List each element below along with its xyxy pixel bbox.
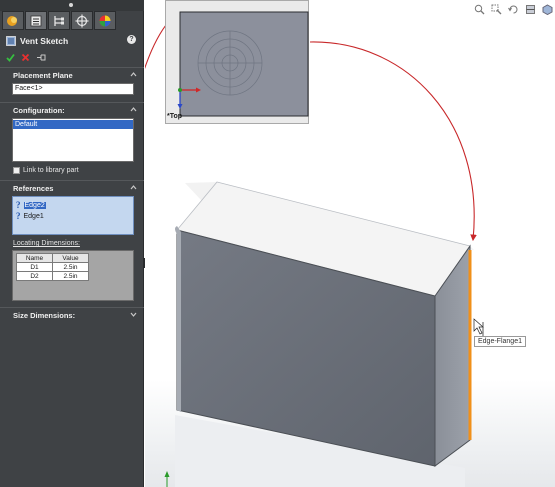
section-divider — [0, 180, 144, 181]
placement-plane-heading: Placement Plane — [13, 71, 73, 80]
locating-dimensions-heading: Locating Dimensions: — [13, 240, 80, 247]
tab-feature-manager[interactable] — [2, 11, 24, 30]
tab-property-manager[interactable] — [25, 11, 47, 30]
reference-arrow — [309, 41, 477, 242]
section-divider — [0, 307, 144, 308]
vent-preview-window — [165, 0, 309, 124]
section-divider — [0, 102, 144, 103]
size-dimensions-heading: Size Dimensions: — [13, 311, 76, 320]
reference-label: Edge1 — [23, 212, 44, 220]
panel-grip[interactable] — [0, 0, 144, 11]
locating-dimensions-label: Locating Dimensions: — [13, 240, 80, 247]
zoom-to-fit-icon[interactable] — [474, 4, 485, 15]
property-manager-icon — [30, 15, 42, 26]
column-header: Value — [52, 253, 89, 263]
table-row[interactable]: D2 2.5in — [16, 271, 89, 281]
placement-plane-field[interactable]: Face<1> — [12, 83, 134, 95]
view-orientation-icon[interactable] — [542, 4, 553, 15]
question-mark-icon: ? — [16, 200, 21, 210]
question-mark-icon: ? — [16, 211, 21, 221]
panel-header: Vent Sketch ? — [6, 34, 140, 48]
cancel-x-icon[interactable] — [21, 53, 30, 62]
grip-dot — [69, 3, 73, 7]
zoom-area-icon[interactable] — [491, 4, 502, 15]
configuration-manager-icon — [54, 15, 64, 26]
locating-dimensions-box: Name Value D1 2.5in D2 2.5in — [12, 250, 134, 301]
origin-y-arrow — [164, 471, 170, 477]
table-cell[interactable]: 2.5in — [52, 271, 89, 281]
collapse-chevron-icon[interactable] — [130, 71, 137, 78]
references-list[interactable]: ? Edge2 ? Edge1 — [12, 196, 134, 235]
link-library-label: Link to library part — [23, 166, 79, 174]
tab-dimxpert-manager[interactable] — [71, 11, 93, 30]
help-icon[interactable]: ? — [127, 35, 136, 44]
preview-face — [179, 11, 309, 117]
tab-display-manager[interactable] — [94, 11, 116, 30]
preview-origin — [178, 88, 182, 92]
reference-label: Edge2 — [23, 201, 46, 209]
expand-chevron-icon[interactable] — [130, 311, 137, 318]
link-library-row[interactable]: Link to library part — [13, 165, 79, 175]
column-header: Name — [16, 253, 53, 263]
configuration-heading: Configuration: — [13, 106, 65, 115]
crosshair-icon — [75, 14, 89, 27]
collapse-chevron-icon[interactable] — [130, 106, 137, 113]
link-library-checkbox[interactable] — [13, 166, 20, 174]
panel-title: Vent Sketch — [20, 36, 69, 46]
table-cell: D1 — [16, 262, 53, 272]
section-divider — [0, 67, 144, 68]
previous-view-icon[interactable] — [508, 4, 519, 15]
preview-graphic — [177, 11, 309, 117]
ok-check-icon[interactable] — [6, 53, 15, 62]
configuration-list[interactable]: Default — [12, 118, 134, 162]
preview-view-label: *Top — [167, 113, 183, 120]
vent-pattern — [197, 30, 263, 96]
reference-item[interactable]: ? Edge2 — [16, 200, 46, 210]
tab-configuration-manager[interactable] — [48, 11, 70, 30]
table-row[interactable]: D1 2.5in — [16, 262, 89, 272]
table-cell: D2 — [16, 271, 53, 281]
pushpin-icon[interactable] — [36, 53, 47, 62]
references-heading: References — [13, 184, 54, 193]
display-manager-icon — [99, 15, 111, 26]
view-toolbar — [474, 4, 555, 15]
edge-callout: Edge-Flange1 — [474, 336, 526, 347]
reference-item[interactable]: ? Edge1 — [16, 211, 44, 221]
box-front-rim — [175, 226, 181, 412]
collapse-chevron-icon[interactable] — [130, 184, 137, 191]
configuration-item-default[interactable]: Default — [13, 120, 133, 129]
table-cell[interactable]: 2.5in — [52, 262, 89, 272]
panel-tabs — [2, 11, 142, 31]
feature-manager-icon — [7, 15, 17, 26]
section-view-icon[interactable] — [525, 4, 536, 15]
action-buttons — [6, 51, 47, 63]
pointer-cursor-icon — [473, 318, 484, 335]
property-manager-panel: Vent Sketch ? Placement Plane Face<1> Co… — [0, 0, 144, 487]
locating-dimensions-table[interactable]: Name Value D1 2.5in D2 2.5in — [16, 253, 89, 281]
vent-sketch-icon — [6, 36, 16, 46]
